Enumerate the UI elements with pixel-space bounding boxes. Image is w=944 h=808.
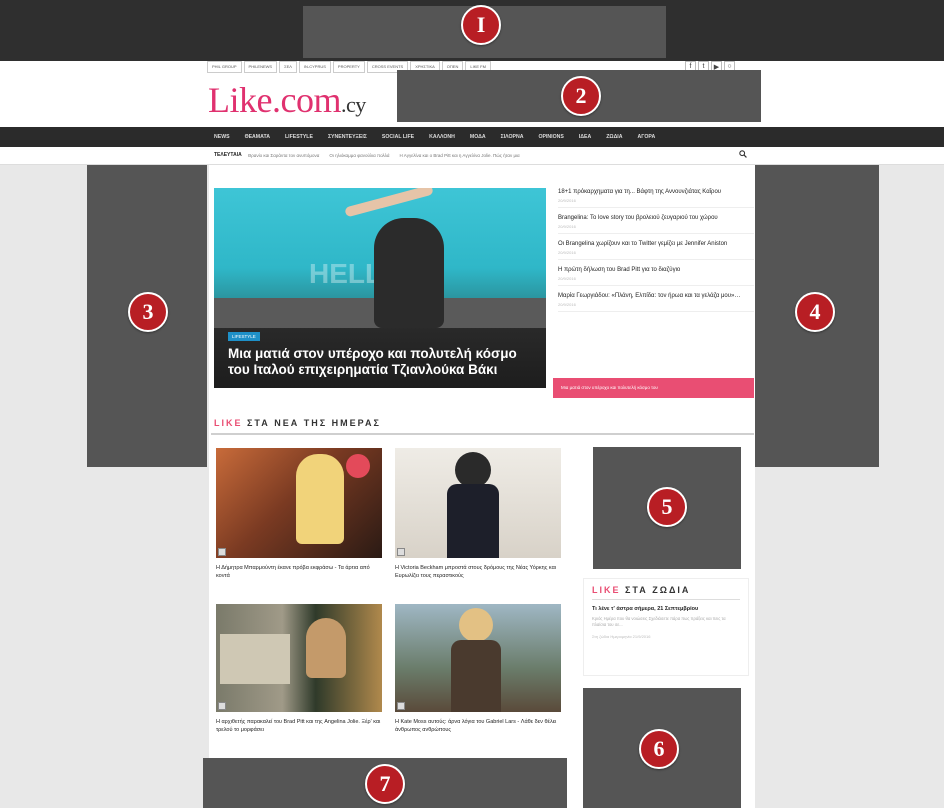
network-link[interactable]: PHIL GROUP [207,61,242,73]
ticker-item[interactable]: Η Αγγελίνα και ο Brad Pitt και η Αγγελίν… [400,153,520,158]
article-thumbnail[interactable] [395,448,561,558]
article-caption[interactable]: Η Δήμητρα Μπαρμούντη έκανε πρόβα εκφράσω… [216,564,382,580]
nav-item[interactable]: LIFESTYLE [285,134,313,140]
article-card[interactable]: Η Δήμητρα Μπαρμούντη έκανε πρόβα εκφράσω… [216,448,382,580]
article-card[interactable]: Η Victoria Beckham μπροστά στους δρόμους… [395,448,561,580]
ticker-item[interactable]: Θρανίο και Σαράντα τον ανυπόμονα [248,153,320,158]
zodia-headline[interactable]: Τι λένε τ' άστρα σήμερα, 21 Σεπτεμβρίου [592,606,740,612]
nav-item[interactable]: ΙΔΕΑ [579,134,591,140]
ad-marker-2: 2 [561,76,601,116]
gallery-icon [218,548,226,556]
list-item-title[interactable]: Οι Brangelina χωρίζουν και το Twitter γε… [558,240,754,248]
article-caption[interactable]: Η αρχιθετής παρακαλεί του Brad Pitt και … [216,718,382,734]
ad-marker-1: I [461,5,501,45]
list-item[interactable]: Η πρώτη δήλωση του Brad Pitt για το διαζ… [558,266,754,286]
network-link[interactable]: IN-CYPRUS [298,61,331,73]
zodia-divider [592,599,740,600]
section-title-text: ΣΤΑ ΝΕΑ ΤΗΣ ΗΜΕΡΑΣ [242,418,381,428]
list-item-date: 20/9/2016 [558,276,576,281]
zodia-title-text: ΣΤΑ ΖΩΔΙΑ [620,585,691,595]
list-item-date: 20/9/2016 [558,250,576,255]
search-icon[interactable] [739,150,747,160]
list-item-date: 20/9/2016 [558,224,576,229]
zodia-title: LIKE ΣΤΑ ΖΩΔΙΑ [592,585,740,595]
article-caption[interactable]: Η Kate Moss αυτούς: άρνα λόγια του Gabri… [395,718,561,734]
network-link[interactable]: ΣΕΛ [279,61,297,73]
logo-suffix: .cy [340,92,366,117]
nav-item[interactable]: ΑΓΟΡΑ [638,134,656,140]
list-item-title[interactable]: Μαρία Γεωργιάδου: «Πλάνη, Ελπίδα: τον ήρ… [558,292,754,300]
ticker-item[interactable]: Οι ηλιόκαμμα φανούλια πολλά [329,153,389,158]
list-item[interactable]: Οι Brangelina χωρίζουν και το Twitter γε… [558,240,754,260]
ticker-label: ΤΕΛΕΥΤΑΙΑ [214,152,242,158]
ad-marker-5: 5 [647,487,687,527]
section-title-brand: LIKE [214,418,243,428]
gallery-icon [397,702,405,710]
nav-item[interactable]: ΖΩΔΙΑ [606,134,622,140]
list-item[interactable]: Μαρία Γεωργιάδου: «Πλάνη, Ελπίδα: τον ήρ… [558,292,754,312]
nav-item[interactable]: ΣΙΛΟΡΝΑ [501,134,524,140]
gallery-icon [397,548,405,556]
list-item-date: 20/9/2016 [558,302,576,307]
side-article-list: 18+1 πρόκαρχηματα για τη... Βάφτη της Αν… [558,188,754,318]
ad-marker-4: 4 [795,292,835,332]
zodia-title-brand: LIKE [592,585,621,595]
nav-item[interactable]: OPINIONS [538,134,563,140]
nav-item[interactable]: NEWS [214,134,230,140]
gallery-icon [218,702,226,710]
section-divider [211,433,754,435]
zodia-excerpt: Κριός Ημέρα που θα νοιώσεις Σχεδιάσετε π… [592,616,726,627]
zodia-widget: LIKE ΣΤΑ ΖΩΔΙΑ Τι λένε τ' άστρα σήμερα, … [583,578,749,676]
list-item[interactable]: 18+1 πρόκαρχηματα για τη... Βάφτη της Αν… [558,188,754,208]
list-item-title[interactable]: 18+1 πρόκαρχηματα για τη... Βάφτη της Αν… [558,188,754,196]
list-item[interactable]: Brangelina: Το love story του βρολειού ζ… [558,214,754,234]
article-thumbnail[interactable] [216,448,382,558]
ad-marker-7: 7 [365,764,405,804]
article-caption[interactable]: Η Victoria Beckham μπροστά στους δρόμους… [395,564,561,580]
nav-item[interactable]: SOCIAL LIFE [382,134,414,140]
hero-category-badge[interactable]: LIFESTYLE [228,332,260,341]
main-nav: NEWS ΘΕΑΜΑΤΑ LIFESTYLE ΣΥΝΕΝΤΕΥΞΕΙΣ SOCI… [214,127,670,147]
zodia-meta: Στη ζώδια Ημερομηνία 21/9/2016 [592,634,651,639]
hero-image-person [374,218,444,328]
hero-article[interactable]: HELLO! LIFESTYLE Μια ματιά στον υπέροχο … [214,188,546,388]
site-logo[interactable]: Like.com.cy [208,79,366,121]
ad-marker-3: 3 [128,292,168,332]
nav-item[interactable]: ΣΥΝΕΝΤΕΥΞΕΙΣ [328,134,367,140]
nav-item[interactable]: ΚΑΛΛΟΝΗ [429,134,455,140]
nav-item[interactable]: ΜΟΔΑ [470,134,486,140]
news-ticker: ΤΕΛΕΥΤΑΙΑ Θρανίο και Σαράντα τον ανυπόμο… [214,152,530,158]
logo-main: Like.com [208,80,341,120]
article-thumbnail[interactable] [395,604,561,712]
hero-image-swimmer [344,188,434,218]
ad-marker-6: 6 [639,729,679,769]
active-article-button[interactable]: Μια ματιά στον υπέροχο και πολυτελή κόσμ… [553,378,754,398]
article-thumbnail[interactable] [216,604,382,712]
list-item-title[interactable]: Brangelina: Το love story του βρολειού ζ… [558,214,754,222]
list-item-date: 20/9/2016 [558,198,576,203]
network-link[interactable]: PROPERTY [332,61,365,73]
nav-item[interactable]: ΘΕΑΜΑΤΑ [245,134,270,140]
hero-headline[interactable]: Μια ματιά στον υπέροχο και πολυτελή κόσμ… [228,346,538,378]
article-card[interactable]: Η αρχιθετής παρακαλεί του Brad Pitt και … [216,604,382,734]
section-title: LIKE ΣΤΑ ΝΕΑ ΤΗΣ ΗΜΕΡΑΣ [214,418,381,428]
list-item-title[interactable]: Η πρώτη δήλωση του Brad Pitt για το διαζ… [558,266,754,274]
network-link[interactable]: PHILENEWS [243,61,278,73]
article-card[interactable]: Η Kate Moss αυτούς: άρνα λόγια του Gabri… [395,604,561,734]
